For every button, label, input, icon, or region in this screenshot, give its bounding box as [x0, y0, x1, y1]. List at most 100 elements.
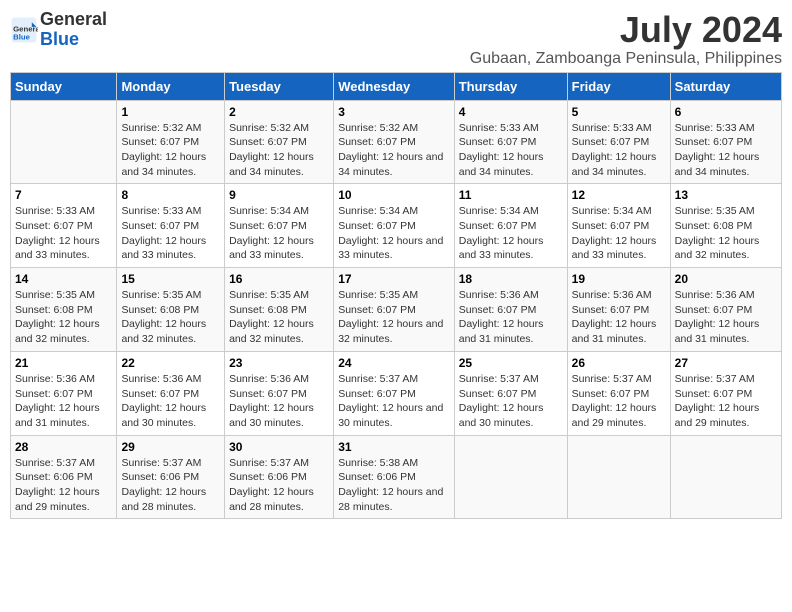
day-info: Sunrise: 5:36 AMSunset: 6:07 PMDaylight:…	[229, 372, 329, 431]
day-number: 11	[459, 188, 563, 202]
day-number: 1	[121, 105, 220, 119]
day-number: 6	[675, 105, 777, 119]
calendar-cell: 4 Sunrise: 5:33 AMSunset: 6:07 PMDaylight…	[454, 100, 567, 184]
calendar-cell: 2 Sunrise: 5:32 AMSunset: 6:07 PMDaylight…	[225, 100, 334, 184]
day-info: Sunrise: 5:38 AMSunset: 6:06 PMDaylight:…	[338, 456, 450, 515]
week-row-4: 21 Sunrise: 5:36 AMSunset: 6:07 PMDayligh…	[11, 351, 782, 435]
calendar-cell: 11 Sunrise: 5:34 AMSunset: 6:07 PMDayligh…	[454, 184, 567, 268]
calendar-cell: 25Sunrise: 5:37 AMSunset: 6:07 PMDayligh…	[454, 351, 567, 435]
logo-general: General	[40, 10, 107, 30]
day-number: 19	[572, 272, 666, 286]
col-header-wednesday: Wednesday	[334, 72, 455, 100]
day-number: 15	[121, 272, 220, 286]
day-number: 3	[338, 105, 450, 119]
day-number: 10	[338, 188, 450, 202]
day-info: Sunrise: 5:37 AMSunset: 6:07 PMDaylight:…	[338, 372, 450, 431]
day-info: Sunrise: 5:34 AMSunset: 6:07 PMDaylight:…	[229, 204, 329, 263]
day-number: 22	[121, 356, 220, 370]
day-number: 14	[15, 272, 112, 286]
day-info: Sunrise: 5:33 AMSunset: 6:07 PMDaylight:…	[675, 121, 777, 180]
day-number: 12	[572, 188, 666, 202]
day-info: Sunrise: 5:37 AMSunset: 6:07 PMDaylight:…	[572, 372, 666, 431]
logo: General Blue General Blue	[10, 10, 107, 50]
logo-text: General Blue	[40, 10, 107, 50]
day-info: Sunrise: 5:37 AMSunset: 6:06 PMDaylight:…	[15, 456, 112, 515]
calendar-cell: 23 Sunrise: 5:36 AMSunset: 6:07 PMDayligh…	[225, 351, 334, 435]
calendar-cell: 22 Sunrise: 5:36 AMSunset: 6:07 PMDayligh…	[117, 351, 225, 435]
col-header-sunday: Sunday	[11, 72, 117, 100]
day-info: Sunrise: 5:36 AMSunset: 6:07 PMDaylight:…	[572, 288, 666, 347]
week-row-3: 14 Sunrise: 5:35 AMSunset: 6:08 PMDayligh…	[11, 268, 782, 352]
day-number: 29	[121, 440, 220, 454]
calendar-cell: 8Sunrise: 5:33 AMSunset: 6:07 PMDaylight…	[117, 184, 225, 268]
calendar-cell: 10 Sunrise: 5:34 AMSunset: 6:07 PMDayligh…	[334, 184, 455, 268]
week-row-2: 7 Sunrise: 5:33 AMSunset: 6:07 PMDaylight…	[11, 184, 782, 268]
day-info: Sunrise: 5:35 AMSunset: 6:08 PMDaylight:…	[229, 288, 329, 347]
day-info: Sunrise: 5:33 AMSunset: 6:07 PMDaylight:…	[459, 121, 563, 180]
day-number: 30	[229, 440, 329, 454]
col-header-saturday: Saturday	[670, 72, 781, 100]
day-info: Sunrise: 5:37 AMSunset: 6:07 PMDaylight:…	[675, 372, 777, 431]
day-info: Sunrise: 5:36 AMSunset: 6:07 PMDaylight:…	[15, 372, 112, 431]
calendar-cell: 12 Sunrise: 5:34 AMSunset: 6:07 PMDayligh…	[567, 184, 670, 268]
calendar-cell: 1Sunrise: 5:32 AMSunset: 6:07 PMDaylight…	[117, 100, 225, 184]
day-number: 9	[229, 188, 329, 202]
calendar-cell: 27Sunrise: 5:37 AMSunset: 6:07 PMDayligh…	[670, 351, 781, 435]
calendar-cell: 9 Sunrise: 5:34 AMSunset: 6:07 PMDaylight…	[225, 184, 334, 268]
main-title: July 2024	[470, 10, 782, 50]
calendar-cell: 30 Sunrise: 5:37 AMSunset: 6:06 PMDayligh…	[225, 435, 334, 519]
day-info: Sunrise: 5:33 AMSunset: 6:07 PMDaylight:…	[572, 121, 666, 180]
day-info: Sunrise: 5:36 AMSunset: 6:07 PMDaylight:…	[121, 372, 220, 431]
day-info: Sunrise: 5:34 AMSunset: 6:07 PMDaylight:…	[459, 204, 563, 263]
calendar-cell	[670, 435, 781, 519]
day-number: 28	[15, 440, 112, 454]
day-number: 5	[572, 105, 666, 119]
day-number: 25	[459, 356, 563, 370]
day-info: Sunrise: 5:33 AMSunset: 6:07 PMDaylight:…	[121, 204, 220, 263]
logo-blue: Blue	[40, 30, 107, 50]
day-number: 4	[459, 105, 563, 119]
day-number: 20	[675, 272, 777, 286]
day-info: Sunrise: 5:32 AMSunset: 6:07 PMDaylight:…	[338, 121, 450, 180]
day-number: 23	[229, 356, 329, 370]
day-info: Sunrise: 5:32 AMSunset: 6:07 PMDaylight:…	[229, 121, 329, 180]
calendar-cell: 21 Sunrise: 5:36 AMSunset: 6:07 PMDayligh…	[11, 351, 117, 435]
calendar-cell	[454, 435, 567, 519]
calendar-cell	[11, 100, 117, 184]
calendar-cell: 31 Sunrise: 5:38 AMSunset: 6:06 PMDayligh…	[334, 435, 455, 519]
calendar-cell: 6 Sunrise: 5:33 AMSunset: 6:07 PMDaylight…	[670, 100, 781, 184]
day-info: Sunrise: 5:36 AMSunset: 6:07 PMDaylight:…	[675, 288, 777, 347]
calendar-cell: 28 Sunrise: 5:37 AMSunset: 6:06 PMDayligh…	[11, 435, 117, 519]
calendar-cell: 14Sunrise: 5:35 AMSunset: 6:08 PMDayligh…	[11, 268, 117, 352]
week-row-1: 1 Sunrise: 5:32 AMSunset: 6:07 PMDaylight…	[11, 100, 782, 184]
calendar-cell: 15Sunrise: 5:35 AMSunset: 6:08 PMDayligh…	[117, 268, 225, 352]
day-number: 31	[338, 440, 450, 454]
day-info: Sunrise: 5:34 AMSunset: 6:07 PMDaylight:…	[338, 204, 450, 263]
col-header-tuesday: Tuesday	[225, 72, 334, 100]
day-number: 16	[229, 272, 329, 286]
day-info: Sunrise: 5:33 AMSunset: 6:07 PMDaylight:…	[15, 204, 112, 263]
day-number: 24	[338, 356, 450, 370]
day-info: Sunrise: 5:36 AMSunset: 6:07 PMDaylight:…	[459, 288, 563, 347]
header: General Blue General Blue July 2024 Guba…	[10, 10, 782, 68]
calendar-cell: 17 Sunrise: 5:35 AMSunset: 6:07 PMDayligh…	[334, 268, 455, 352]
day-info: Sunrise: 5:35 AMSunset: 6:08 PMDaylight:…	[675, 204, 777, 263]
day-info: Sunrise: 5:37 AMSunset: 6:06 PMDaylight:…	[229, 456, 329, 515]
logo-icon: General Blue	[10, 16, 38, 44]
day-info: Sunrise: 5:37 AMSunset: 6:06 PMDaylight:…	[121, 456, 220, 515]
calendar-cell: 13 Sunrise: 5:35 AMSunset: 6:08 PMDayligh…	[670, 184, 781, 268]
day-info: Sunrise: 5:34 AMSunset: 6:07 PMDaylight:…	[572, 204, 666, 263]
subtitle: Gubaan, Zamboanga Peninsula, Philippines	[470, 50, 782, 68]
header-row: SundayMondayTuesdayWednesdayThursdayFrid…	[11, 72, 782, 100]
day-info: Sunrise: 5:35 AMSunset: 6:07 PMDaylight:…	[338, 288, 450, 347]
calendar-table: SundayMondayTuesdayWednesdayThursdayFrid…	[10, 72, 782, 520]
day-number: 7	[15, 188, 112, 202]
day-number: 18	[459, 272, 563, 286]
day-number: 13	[675, 188, 777, 202]
day-number: 17	[338, 272, 450, 286]
title-area: July 2024 Gubaan, Zamboanga Peninsula, P…	[470, 10, 782, 68]
day-number: 21	[15, 356, 112, 370]
day-number: 2	[229, 105, 329, 119]
calendar-cell	[567, 435, 670, 519]
calendar-cell: 20 Sunrise: 5:36 AMSunset: 6:07 PMDayligh…	[670, 268, 781, 352]
